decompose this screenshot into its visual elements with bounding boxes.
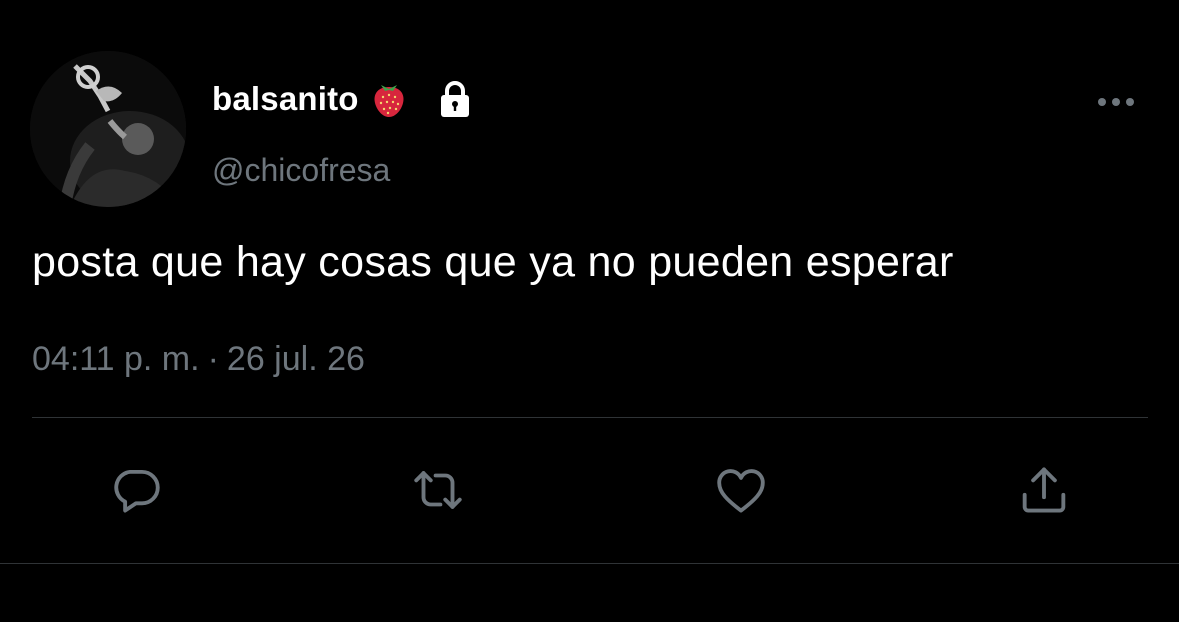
tweet-time[interactable]: 04:11 p. m. (32, 340, 200, 378)
more-options-button[interactable] (1094, 88, 1138, 116)
tweet-text: posta que hay cosas que ya no pueden esp… (32, 238, 954, 286)
display-name[interactable]: balsanito (212, 80, 359, 118)
reply-button[interactable] (106, 460, 166, 520)
strawberry-icon (371, 79, 407, 119)
divider (0, 563, 1179, 564)
tweet-card: balsanito @chicofresa posta que hay cosa… (0, 0, 1179, 622)
share-icon (1022, 467, 1066, 513)
avatar[interactable] (30, 51, 186, 207)
divider (32, 417, 1148, 418)
more-horizontal-icon (1098, 98, 1134, 106)
avatar-photo (30, 51, 186, 207)
retweet-button[interactable] (408, 460, 468, 520)
user-handle[interactable]: @chicofresa (212, 152, 390, 189)
retweet-icon (414, 471, 462, 509)
tweet-date[interactable]: 26 jul. 26 (227, 340, 365, 378)
lock-icon (435, 79, 475, 119)
timestamp-separator: · (207, 340, 219, 378)
timestamp-row: 04:11 p. m. · 26 jul. 26 (32, 340, 365, 379)
share-button[interactable] (1014, 460, 1074, 520)
reply-icon (114, 469, 160, 513)
display-name-row: balsanito (212, 76, 475, 122)
like-button[interactable] (711, 460, 771, 520)
heart-icon (717, 469, 765, 513)
